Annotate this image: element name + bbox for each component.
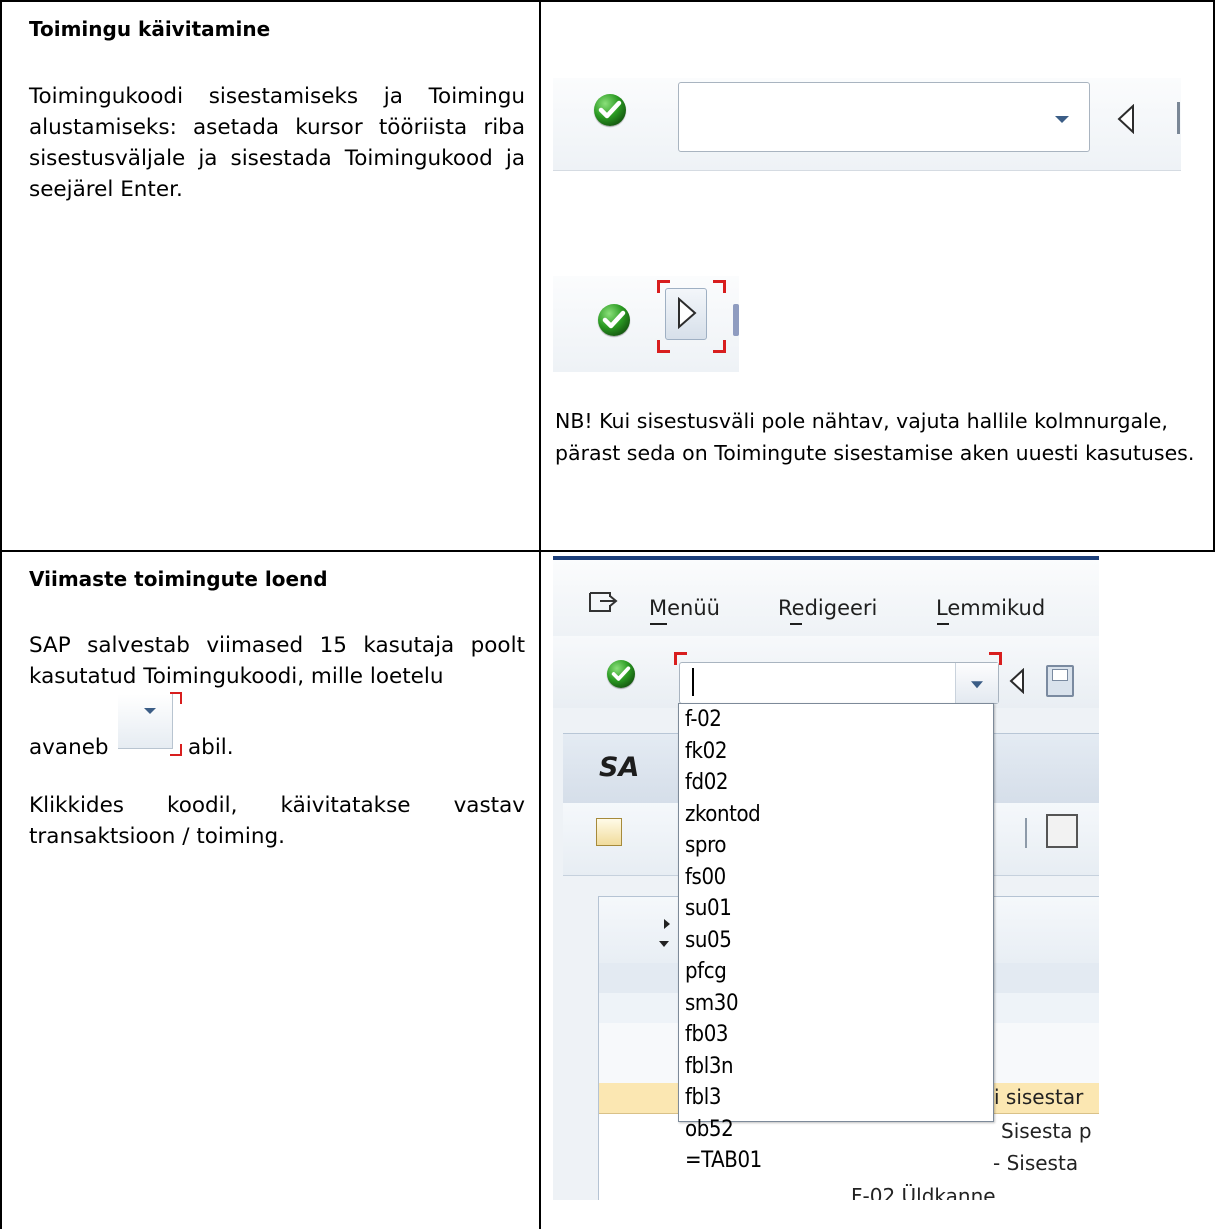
highlight-corner xyxy=(170,692,182,704)
row2-body1: SAP salvestab viimased 15 kasutaja poolt… xyxy=(29,633,525,689)
tree-line-2: - Sisesta xyxy=(993,1151,1079,1175)
recent-code-option[interactable]: =TAB01 xyxy=(679,1145,993,1177)
highlight-corner xyxy=(713,340,726,353)
access-key-underline xyxy=(650,623,667,625)
tree-line-1: Sisesta p xyxy=(1001,1119,1092,1143)
recent-code-option[interactable]: fk02 xyxy=(679,736,993,768)
forward-triangle-button[interactable] xyxy=(665,288,707,340)
back-triangle-icon[interactable] xyxy=(1008,667,1026,698)
menu-icon[interactable] xyxy=(588,591,618,613)
toolbar-screenshot-2 xyxy=(553,276,739,372)
tree-collapse-icon[interactable] xyxy=(659,941,669,947)
recent-code-option[interactable]: spro xyxy=(679,830,993,862)
table-top-border xyxy=(0,0,1215,2)
dropdown-button[interactable] xyxy=(955,663,998,703)
text-cursor xyxy=(692,668,694,696)
recent-code-option[interactable]: su01 xyxy=(679,893,993,925)
command-field[interactable] xyxy=(679,662,999,704)
recent-code-option[interactable]: zkontod xyxy=(679,799,993,831)
row2-body2: Klikkides koodil, käivitatakse vastav tr… xyxy=(29,793,525,849)
dropdown-arrow-icon[interactable] xyxy=(971,681,983,689)
inline-dropdown-button xyxy=(118,692,182,756)
recent-code-option[interactable]: fb03 xyxy=(679,1019,993,1051)
recent-code-option[interactable]: fs00 xyxy=(679,862,993,894)
access-key-underline xyxy=(790,623,802,625)
back-triangle-icon[interactable] xyxy=(1115,103,1137,135)
save-disk-icon[interactable] xyxy=(1046,665,1074,697)
recent-code-option[interactable]: fbl3n xyxy=(679,1051,993,1083)
menu-item-menuu[interactable]: Menüü xyxy=(649,596,720,620)
recent-code-option[interactable]: pfcg xyxy=(679,956,993,988)
row1-note: NB! Kui sisestusväli pole nähtav, vajuta… xyxy=(555,409,1195,465)
highlight-corner xyxy=(989,652,1002,665)
sap-title-fragment: SA xyxy=(599,752,640,783)
toolbar-separator xyxy=(1025,818,1027,848)
recent-code-option[interactable]: ob52 xyxy=(679,1114,993,1146)
recent-code-option[interactable]: su05 xyxy=(679,925,993,957)
table-row-divider xyxy=(0,550,1215,552)
row2-avaneb: avaneb xyxy=(29,735,109,760)
highlight-corner xyxy=(657,340,670,353)
tree-line-3: F-02 Üldkanne xyxy=(851,1184,996,1200)
tree-expand-icon[interactable] xyxy=(664,919,670,929)
ok-check-icon[interactable] xyxy=(607,660,635,688)
row2-text: Viimaste toimingute loend SAP salvestab … xyxy=(29,565,525,852)
table-column-divider xyxy=(539,0,541,1229)
highlight-corner xyxy=(674,652,687,665)
access-key-underline xyxy=(937,623,949,625)
folder-icon[interactable] xyxy=(596,818,622,846)
ok-check-icon[interactable] xyxy=(598,304,630,336)
row1-text: Toimingu käivitamine Toimingukoodi sises… xyxy=(29,15,525,205)
table-left-border xyxy=(0,0,2,1229)
recent-code-option[interactable]: fd02 xyxy=(679,767,993,799)
toolbar-screenshot-1 xyxy=(553,78,1181,171)
row1-body: Toimingukoodi sisestamiseks ja Toimingu … xyxy=(29,84,525,202)
dropdown-arrow-icon[interactable] xyxy=(1055,116,1069,123)
toolbar-edge xyxy=(733,304,739,336)
create-icon[interactable] xyxy=(1046,814,1078,848)
recent-code-option[interactable]: f-02 xyxy=(679,704,993,736)
command-field[interactable] xyxy=(678,82,1090,152)
forward-triangle-icon xyxy=(678,297,697,329)
status-fragment: i sisestar xyxy=(994,1085,1084,1109)
row2-heading: Viimaste toimingute loend xyxy=(29,567,328,591)
toolbar-edge xyxy=(1177,102,1180,134)
ok-check-icon[interactable] xyxy=(594,94,626,126)
row1-heading: Toimingu käivitamine xyxy=(29,17,271,41)
row2-inline-line: avaneb abil. xyxy=(29,692,525,766)
recent-code-option[interactable]: fbl3 xyxy=(679,1082,993,1114)
menu-item-lemmikud[interactable]: Lemmikud xyxy=(936,596,1045,620)
recent-codes-dropdown[interactable]: f-02 fk02 fd02 zkontod spro fs00 su01 su… xyxy=(678,703,994,1173)
highlight-corner xyxy=(170,744,182,756)
recent-code-option[interactable]: sm30 xyxy=(679,988,993,1020)
dropdown-arrow-icon xyxy=(144,708,156,714)
menu-item-redigeeri[interactable]: Redigeeri xyxy=(778,596,877,620)
highlight-corner xyxy=(713,280,726,293)
row2-abil: abil. xyxy=(188,735,234,760)
